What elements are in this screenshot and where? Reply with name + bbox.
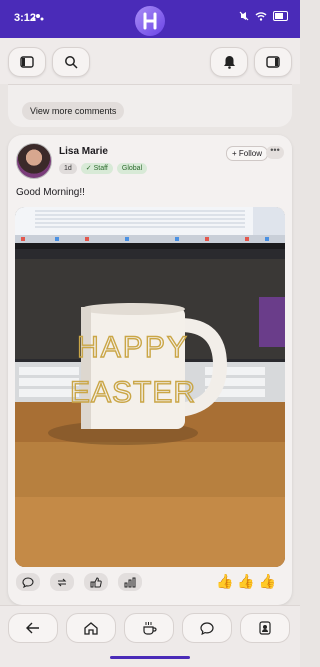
arrow-left-icon [26,622,39,634]
profile-card-icon [259,621,271,635]
stats-button[interactable] [118,573,142,591]
view-more-comments-button[interactable]: View more comments [22,102,125,120]
home-icon [84,621,98,635]
mug-text-line2: EASTER [70,376,196,409]
post-meta: 1d ✓ Staff Global [59,163,148,174]
chat-bubble-icon [200,621,214,635]
mute-icon [239,11,249,21]
bell-icon [223,56,235,69]
wifi-icon [255,11,267,21]
post-age: 1d [59,163,77,174]
sidebar-toggle-button[interactable] [8,47,46,77]
mug-text-line1: HAPPY [77,331,189,364]
comment-button[interactable] [16,573,40,591]
notification-icons [31,10,45,25]
back-button[interactable] [8,613,58,643]
logo-h-icon [143,12,157,30]
home-button[interactable] [66,613,116,643]
battery-icon [273,11,288,21]
post-photo[interactable]: HAPPY EASTER [15,207,285,567]
coffee-cup-icon [142,622,157,635]
home-indicator [110,656,190,659]
photo-image: HAPPY EASTER [15,207,285,567]
messages-button[interactable] [182,613,232,643]
follow-button[interactable]: + Follow [226,146,269,161]
notifications-button[interactable] [210,47,248,77]
comment-icon [22,576,34,588]
panel-right-icon [266,56,280,68]
author-name[interactable]: Lisa Marie [59,146,108,157]
status-right [239,11,288,21]
avatar[interactable] [16,143,52,179]
profile-button[interactable] [240,613,290,643]
more-options-button[interactable]: ••• [266,146,284,159]
app-logo[interactable] [135,6,165,36]
gesture-area [0,652,300,667]
post-text: Good Morning!! [16,187,85,198]
search-button[interactable] [52,47,90,77]
panel-left-icon [20,56,34,68]
thumbs-up-icon [90,576,102,587]
search-icon [65,56,78,69]
repost-button[interactable] [50,573,74,591]
like-button[interactable] [84,573,108,591]
coffee-button[interactable] [124,613,174,643]
right-panel-button[interactable] [254,47,292,77]
audience-badge: Global [116,163,148,174]
staff-badge: ✓ Staff [80,163,113,174]
repost-icon [57,578,67,586]
bar-chart-icon [124,577,136,587]
reaction-summary[interactable]: 👍 👍 👍 [216,573,276,590]
